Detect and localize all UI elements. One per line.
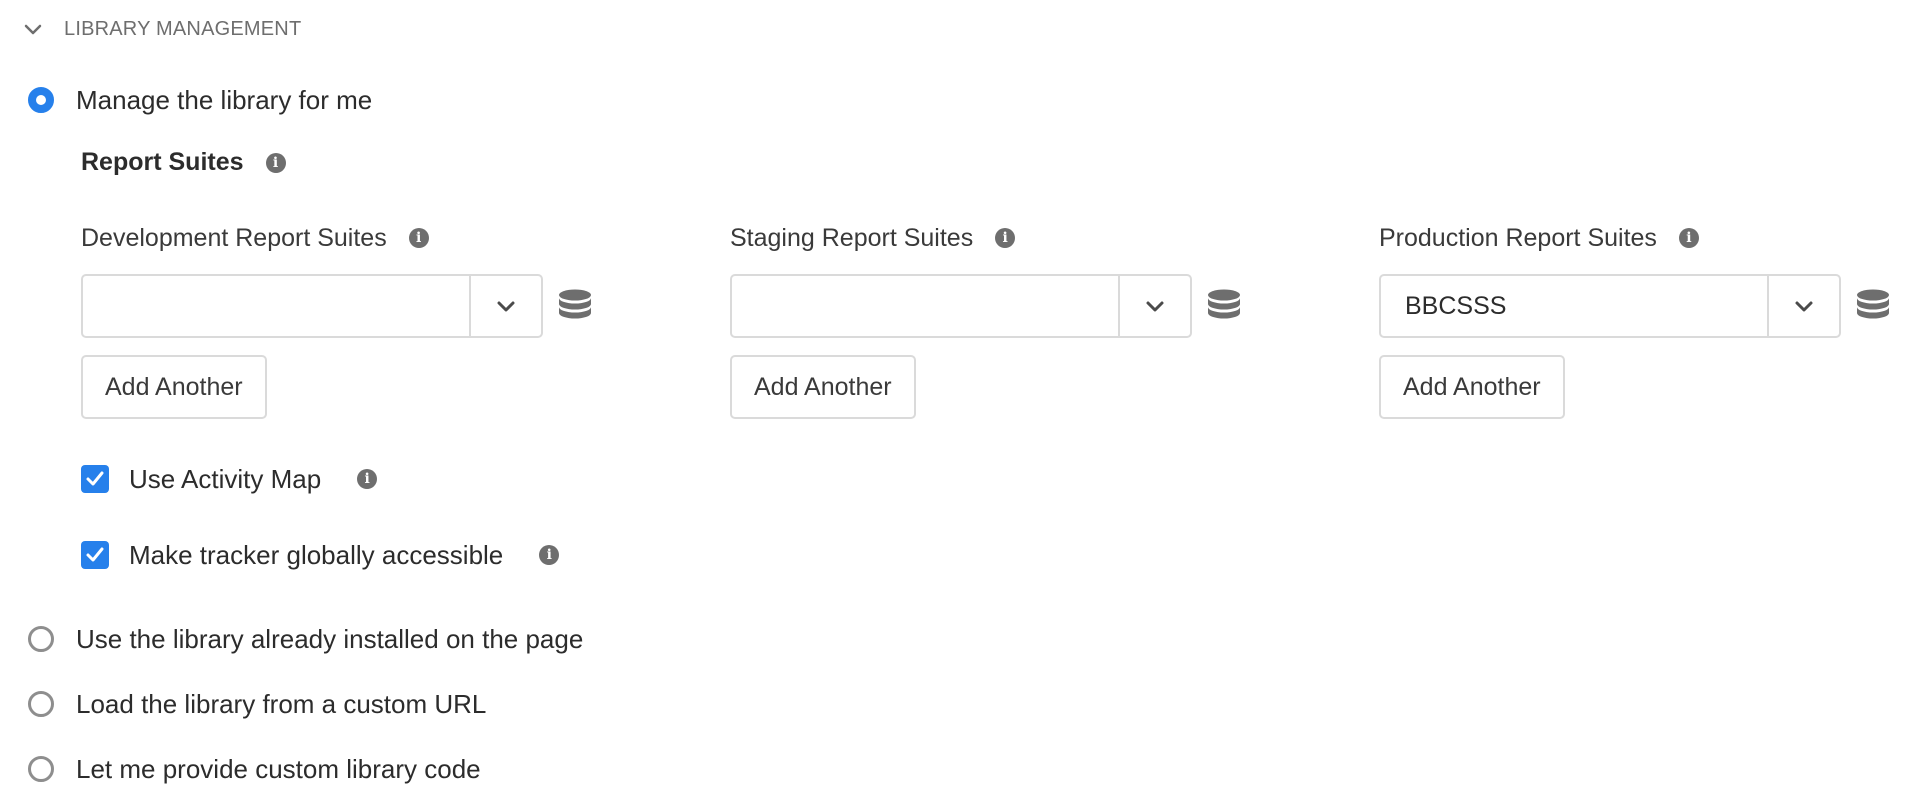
global-tracker-option: Make tracker globally accessible i [81, 535, 560, 575]
radio-manage-library[interactable]: Manage the library for me [28, 82, 372, 118]
development-dropdown-button[interactable] [471, 276, 541, 336]
staging-report-suite-input[interactable] [732, 276, 1120, 336]
production-report-suite-combobox[interactable]: BBCSSS [1379, 274, 1841, 338]
chevron-down-icon [24, 24, 42, 35]
staging-label: Staging Report Suites i [730, 220, 1016, 256]
info-icon[interactable]: i [1678, 228, 1699, 248]
radio-installed-library[interactable]: Use the library already installed on the… [28, 621, 583, 657]
info-icon[interactable]: i [408, 228, 429, 248]
radio-custom-url[interactable]: Load the library from a custom URL [28, 686, 486, 722]
chevron-down-icon [1795, 301, 1813, 312]
library-management-header[interactable]: LIBRARY MANAGEMENT [24, 14, 301, 44]
staging-dropdown-button[interactable] [1120, 276, 1190, 336]
production-dropdown-button[interactable] [1769, 276, 1839, 336]
radio-custom-code[interactable]: Let me provide custom library code [28, 751, 481, 787]
info-icon[interactable]: i [995, 228, 1016, 248]
info-icon[interactable]: i [265, 152, 286, 173]
radio-button[interactable] [28, 626, 54, 652]
database-icon[interactable] [557, 288, 593, 324]
radio-label-custom-code: Let me provide custom library code [76, 753, 481, 784]
production-label: Production Report Suites i [1379, 220, 1699, 256]
activity-map-option: Use Activity Map i [81, 459, 378, 499]
development-label: Development Report Suites i [81, 220, 429, 256]
info-icon[interactable]: i [539, 545, 560, 565]
global-tracker-checkbox[interactable] [81, 541, 109, 569]
radio-button[interactable] [28, 756, 54, 782]
radio-label-custom-url: Load the library from a custom URL [76, 688, 487, 719]
radio-label-manage: Manage the library for me [76, 84, 373, 115]
development-report-suite-combobox[interactable] [81, 274, 543, 338]
checkmark-icon [86, 471, 104, 486]
report-suites-heading: Report Suites i [81, 148, 286, 177]
radio-button[interactable] [28, 691, 54, 717]
section-title: LIBRARY MANAGEMENT [64, 17, 302, 40]
radio-label-installed: Use the library already installed on the… [76, 623, 584, 654]
database-icon[interactable] [1206, 288, 1242, 324]
production-add-another-button[interactable]: Add Another [1379, 355, 1565, 419]
staging-add-another-button[interactable]: Add Another [730, 355, 916, 419]
checkmark-icon [86, 547, 104, 562]
global-tracker-label: Make tracker globally accessible [129, 539, 504, 570]
development-report-suite-input[interactable] [83, 276, 471, 336]
staging-report-suite-combobox[interactable] [730, 274, 1192, 338]
production-report-suite-input[interactable]: BBCSSS [1381, 276, 1769, 336]
chevron-down-icon [497, 301, 515, 312]
radio-button-checked[interactable] [28, 87, 54, 113]
development-add-another-button[interactable]: Add Another [81, 355, 267, 419]
database-icon[interactable] [1855, 288, 1891, 324]
activity-map-label: Use Activity Map [129, 463, 322, 494]
chevron-down-icon [1146, 301, 1164, 312]
info-icon[interactable]: i [357, 469, 378, 489]
activity-map-checkbox[interactable] [81, 465, 109, 493]
